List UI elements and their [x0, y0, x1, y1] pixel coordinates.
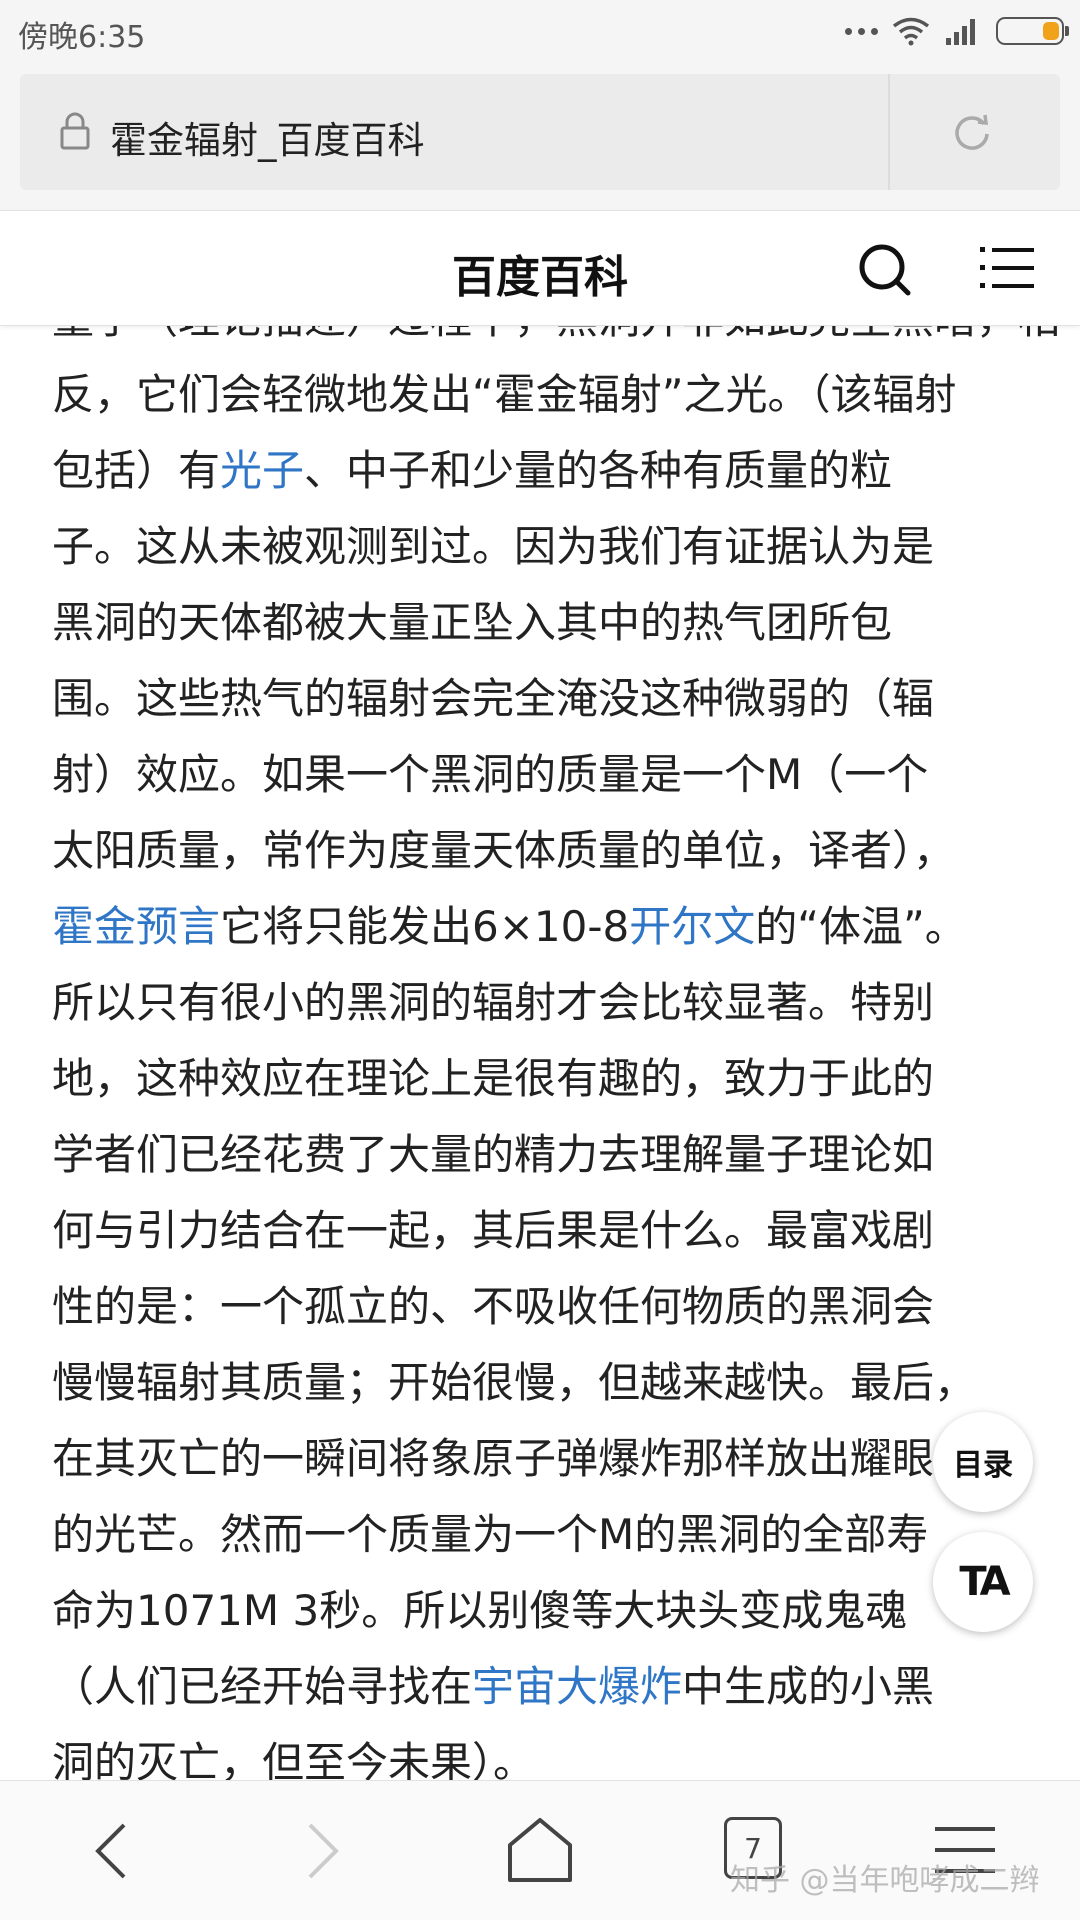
- article-text-segment: 学者们已经花费了大量的精力去理解量子理论如: [52, 1130, 935, 1179]
- article-text-segment: 中生成的小黑: [682, 1662, 935, 1711]
- page-url-title[interactable]: 霍金辐射_百度百科: [110, 110, 425, 164]
- article-line: 射）效应。如果一个黑洞的质量是一个M（一个: [52, 737, 1042, 813]
- article-line: 太阳质量，常作为度量天体质量的单位，译者），: [52, 813, 1042, 889]
- search-icon[interactable]: [856, 241, 912, 297]
- toc-button[interactable]: 目录: [933, 1412, 1033, 1512]
- article-link[interactable]: 霍金预言: [52, 902, 220, 951]
- back-arrow-icon[interactable]: [90, 1821, 134, 1881]
- font-size-button[interactable]: TA: [933, 1532, 1033, 1632]
- home-icon[interactable]: [505, 1817, 575, 1883]
- article-line: 子。这从未被观测到过。因为我们有证据认为是: [52, 509, 1042, 585]
- status-time: 傍晚6:35: [18, 20, 146, 55]
- article-text-segment: 围。这些热气的辐射会完全淹没这种微弱的（辐: [52, 674, 935, 723]
- article-text-segment: 命为1071M 3秒。所以别傻等大块头变成鬼魂: [52, 1586, 908, 1635]
- article-text-segment: 射）效应。如果一个黑洞的质量是一个M（一个: [52, 750, 929, 799]
- article-text-segment: 反，它们会轻微地发出“霍金辐射”之光。（该辐射: [52, 370, 957, 419]
- article-text-segment: 洞的灭亡，但至今未果）。: [52, 1738, 536, 1780]
- article-line: 所以只有很小的黑洞的辐射才会比较显著。特别: [52, 965, 1042, 1041]
- forward-arrow-icon[interactable]: [300, 1821, 344, 1881]
- article-text-segment: 何与引力结合在一起，其后果是什么。最富戏剧: [52, 1206, 935, 1255]
- article-link[interactable]: 光子: [220, 446, 304, 495]
- site-header: 百度百科: [0, 210, 1080, 326]
- article-line: 学者们已经花费了大量的精力去理解量子理论如: [52, 1117, 1042, 1193]
- article-line: 反，它们会轻微地发出“霍金辐射”之光。（该辐射: [52, 357, 1042, 433]
- article-text-segment: 包括）有: [52, 446, 221, 495]
- more-dots-icon: [845, 27, 878, 35]
- bottom-nav-bar: 7 知乎 @当年咆哮成二辫: [0, 1780, 1080, 1920]
- article-line: （人们已经开始寻找在宇宙大爆炸中生成的小黑: [52, 1649, 1042, 1725]
- article-line: 洞的灭亡，但至今未果）。: [52, 1725, 1042, 1780]
- wifi-icon: [892, 17, 930, 46]
- article-text-segment: 它将只能发出6×10-8: [220, 902, 630, 951]
- watermark: 知乎 @当年咆哮成二辫: [730, 1863, 1040, 1898]
- menu-icon[interactable]: [980, 243, 1034, 293]
- lock-icon: [60, 112, 90, 150]
- article-line: 霍金预言它将只能发出6×10-8开尔文的“体温”。: [52, 889, 1042, 965]
- article-text-segment: 的光芒。然而一个质量为一个M的黑洞的全部寿: [52, 1510, 929, 1559]
- article-text-segment: 子。这从未被观测到过。因为我们有证据认为是: [52, 522, 935, 571]
- article-link[interactable]: 宇宙大爆炸: [472, 1662, 682, 1711]
- article-line: 围。这些热气的辐射会完全淹没这种微弱的（辐: [52, 661, 1042, 737]
- article-text-segment: 性的是：一个孤立的、不吸收任何物质的黑洞会: [52, 1282, 935, 1331]
- url-divider: [888, 74, 890, 190]
- address-bar[interactable]: 霍金辐射_百度百科: [20, 74, 1060, 190]
- article-text-segment: 量子（理论描述）过程中，黑洞并非如此完全黑暗，相: [52, 326, 1060, 343]
- article-line: 性的是：一个孤立的、不吸收任何物质的黑洞会: [52, 1269, 1042, 1345]
- article-line: 慢慢辐射其质量；开始很慢，但越来越快。最后，: [52, 1345, 1042, 1421]
- battery-level: [1043, 22, 1059, 40]
- article-link[interactable]: 开尔文: [629, 902, 755, 951]
- article-text-segment: 慢慢辐射其质量；开始很慢，但越来越快。最后，: [52, 1358, 977, 1407]
- article-text-segment: 黑洞的天体都被大量正坠入其中的热气团所包: [52, 598, 893, 647]
- article-body: 量子（理论描述）过程中，黑洞并非如此完全黑暗，相反，它们会轻微地发出“霍金辐射”…: [0, 326, 1080, 1780]
- article-text: 量子（理论描述）过程中，黑洞并非如此完全黑暗，相反，它们会轻微地发出“霍金辐射”…: [52, 326, 1060, 1780]
- battery-icon: [996, 17, 1069, 45]
- article-line: 黑洞的天体都被大量正坠入其中的热气团所包: [52, 585, 1042, 661]
- article-text-segment: （人们已经开始寻找在: [52, 1662, 473, 1711]
- article-line: 包括）有光子、中子和少量的各种有质量的粒: [52, 433, 1042, 509]
- browser-toolbar: 霍金辐射_百度百科: [0, 62, 1080, 210]
- article-text-segment: 、中子和少量的各种有质量的粒: [304, 446, 893, 495]
- article-text-segment: 在其灭亡的一瞬间将象原子弹爆炸那样放出耀眼: [52, 1434, 935, 1483]
- article-text-segment: 的“体温”。: [755, 902, 967, 951]
- article-line: 在其灭亡的一瞬间将象原子弹爆炸那样放出耀眼: [52, 1421, 1042, 1497]
- site-title[interactable]: 百度百科: [0, 241, 1080, 305]
- reload-icon[interactable]: [950, 110, 994, 154]
- signal-icon: [946, 19, 975, 45]
- status-icons: [845, 14, 1069, 48]
- article-text-segment: 所以只有很小的黑洞的辐射才会比较显著。特别: [52, 978, 935, 1027]
- article-text-segment: 地，这种效应在理论上是很有趣的，致力于此的: [52, 1054, 935, 1103]
- status-bar: 傍晚6:35: [0, 0, 1080, 62]
- article-line: 的光芒。然而一个质量为一个M的黑洞的全部寿: [52, 1497, 1042, 1573]
- article-line: 地，这种效应在理论上是很有趣的，致力于此的: [52, 1041, 1042, 1117]
- article-line: 何与引力结合在一起，其后果是什么。最富戏剧: [52, 1193, 1042, 1269]
- article-line: 命为1071M 3秒。所以别傻等大块头变成鬼魂: [52, 1573, 1042, 1649]
- article-line: 量子（理论描述）过程中，黑洞并非如此完全黑暗，相: [52, 326, 1060, 357]
- article-text-segment: 太阳质量，常作为度量天体质量的单位，译者），: [52, 826, 956, 875]
